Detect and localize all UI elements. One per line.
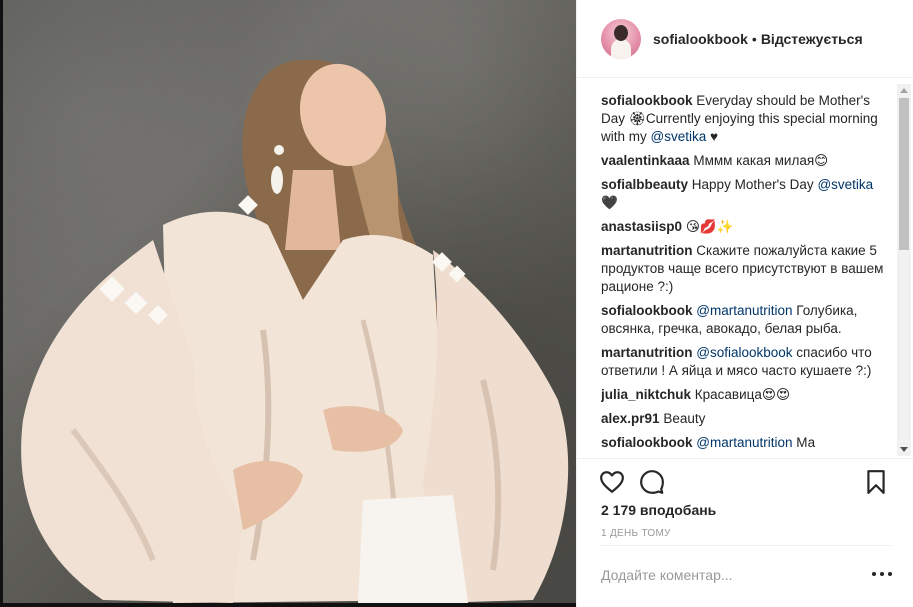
- comment-item: vaalentinkaaa Мммм какая милая😊: [601, 152, 891, 170]
- avatar[interactable]: [601, 18, 641, 59]
- comment-username[interactable]: martanutrition: [601, 243, 693, 258]
- comment-item: sofialookbook Everyday should be Mother'…: [601, 92, 891, 146]
- comment-item: sofialookbook @martanutrition Ма: [601, 434, 891, 452]
- comment-mention[interactable]: @martanutrition: [696, 435, 792, 450]
- comment-text-after: 🖤: [601, 195, 618, 210]
- comment-text-after: ♥: [706, 129, 719, 144]
- comment-text: Красавица😍😍: [694, 387, 791, 402]
- comment-username[interactable]: anastasiisp0: [601, 219, 682, 234]
- post-modal: sofialookbook • Відстежується sofialookb…: [0, 0, 913, 607]
- comment-mention[interactable]: @sofialookbook: [696, 345, 792, 360]
- comment-mention[interactable]: @svetika: [651, 129, 707, 144]
- more-options-icon[interactable]: [872, 566, 892, 582]
- comment-text: Happy Mother's Day: [691, 177, 818, 192]
- comment-username[interactable]: sofialookbook: [601, 93, 693, 108]
- comment-item: sofialookbook @martanutrition Голубика, …: [601, 302, 891, 338]
- comment-mention[interactable]: @martanutrition: [696, 303, 792, 318]
- bookmark-icon[interactable]: [863, 469, 889, 495]
- comment-username[interactable]: julia_niktchuk: [601, 387, 691, 402]
- scroll-thumb[interactable]: [899, 98, 909, 250]
- comment-bubble-icon[interactable]: [639, 469, 665, 495]
- likes-count[interactable]: 2 179 вподобань: [601, 502, 716, 518]
- comment-item: martanutrition @sofialookbook спасибо чт…: [601, 344, 891, 380]
- comment-text: Beauty: [663, 411, 706, 426]
- comment-text-after: Ма: [792, 435, 816, 450]
- post-side-panel: sofialookbook • Відстежується sofialookb…: [576, 0, 913, 607]
- comment-username[interactable]: vaalentinkaaa: [601, 153, 690, 168]
- comment-username[interactable]: martanutrition: [601, 345, 693, 360]
- scroll-up-arrow-icon[interactable]: [900, 88, 908, 93]
- post-image-illustration: [21, 59, 569, 603]
- action-bar: [577, 458, 913, 502]
- header-username[interactable]: sofialookbook: [653, 31, 748, 47]
- post-header: sofialookbook • Відстежується: [577, 0, 913, 78]
- comment-username[interactable]: sofialbbeauty: [601, 177, 688, 192]
- comment-mention[interactable]: @svetika: [817, 177, 873, 192]
- add-comment-bar: [601, 545, 892, 603]
- comment-text: 😘💋✨: [685, 219, 734, 234]
- comment-username[interactable]: sofialookbook: [601, 435, 693, 450]
- follow-status-button[interactable]: Відстежується: [761, 31, 863, 47]
- comment-item: alex.pr91 Beauty: [601, 410, 891, 428]
- comment-username[interactable]: alex.pr91: [601, 411, 660, 426]
- comment-item: sofialbbeauty Happy Mother's Day @svetik…: [601, 176, 891, 212]
- post-photo[interactable]: [3, 0, 576, 603]
- comment-item: julia_niktchuk Красавица😍😍: [601, 386, 891, 404]
- header-separator: •: [751, 30, 757, 47]
- heart-icon[interactable]: [599, 469, 625, 495]
- comment-text: Мммм какая милая😊: [693, 153, 829, 168]
- add-comment-input[interactable]: [601, 566, 861, 583]
- comment-username[interactable]: sofialookbook: [601, 303, 693, 318]
- scroll-down-arrow-icon[interactable]: [900, 447, 908, 452]
- comments-scrollbar[interactable]: [897, 84, 911, 456]
- post-timestamp[interactable]: 1 ДЕНЬ ТОМУ: [601, 528, 671, 539]
- comment-item: martanutrition Скажите пожалуйста какие …: [601, 242, 891, 296]
- comments-list[interactable]: sofialookbook Everyday should be Mother'…: [601, 92, 891, 458]
- comment-item: anastasiisp0 😘💋✨: [601, 218, 891, 236]
